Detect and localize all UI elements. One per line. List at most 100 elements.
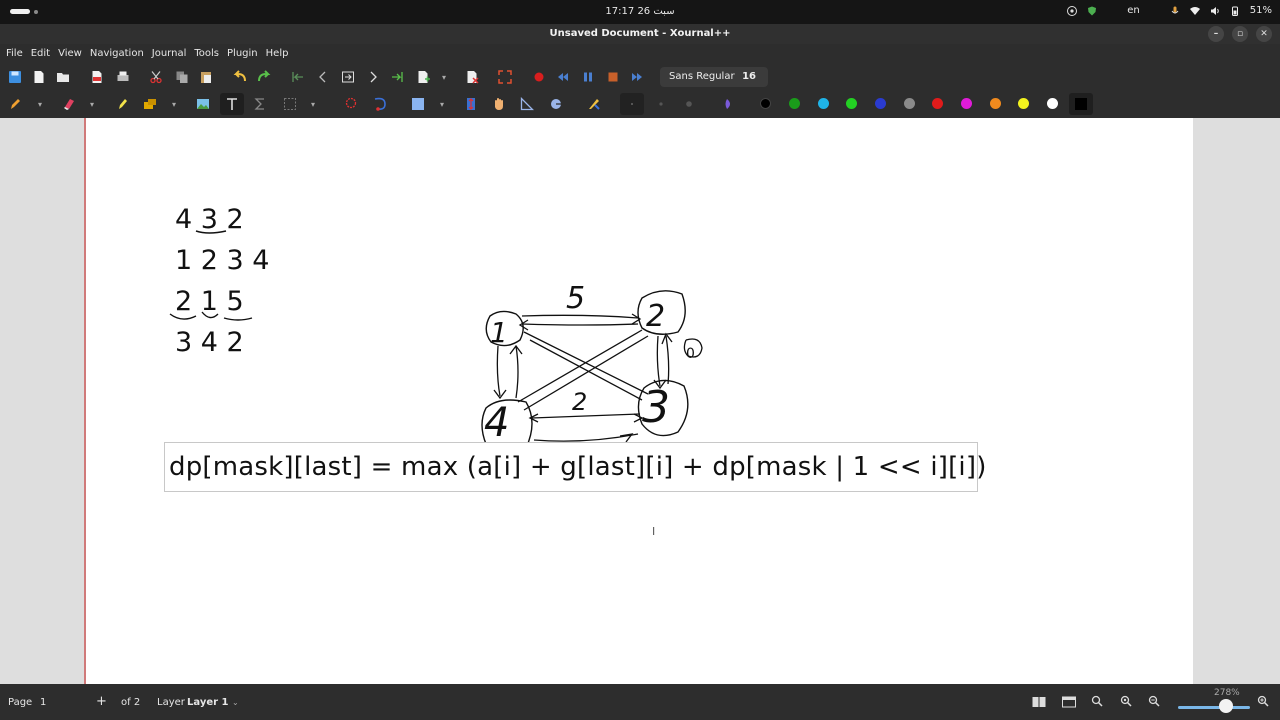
color-gray[interactable] [904, 98, 915, 109]
zoom-out-icon[interactable] [1148, 695, 1160, 707]
eraser-options-dropdown[interactable]: ▾ [90, 100, 94, 109]
window-titlebar: Unsaved Document - Xournal++ – ▫ ✕ [0, 24, 1280, 44]
lasso-select-icon[interactable] [344, 97, 358, 111]
new-document-icon[interactable] [32, 70, 46, 84]
hand-tool-icon[interactable] [492, 97, 506, 111]
color-green[interactable] [789, 98, 800, 109]
vertical-space-icon[interactable] [411, 97, 425, 111]
paste-icon[interactable] [199, 70, 213, 84]
maximize-button[interactable]: ▫ [1232, 26, 1248, 42]
vertical-space-dropdown[interactable]: ▾ [440, 100, 444, 109]
add-page-dropdown[interactable]: ▾ [442, 73, 446, 82]
zoom-fit-icon[interactable] [1091, 695, 1103, 707]
undo-icon[interactable] [233, 70, 247, 84]
menu-view[interactable]: View [58, 44, 88, 64]
graph-node-2-label: 2 [646, 299, 665, 334]
next-page-icon[interactable] [366, 70, 380, 84]
highlighter-icon[interactable] [115, 97, 129, 111]
page-number-input[interactable]: 1 [40, 697, 46, 708]
pen-options-dropdown[interactable]: ▾ [38, 100, 42, 109]
print-icon[interactable] [116, 70, 130, 84]
thin-size-icon [631, 103, 633, 105]
menu-journal[interactable]: Journal [152, 44, 193, 64]
layer-selector[interactable]: Layer 1 [187, 697, 228, 708]
setsquare-icon[interactable] [520, 97, 534, 111]
font-selector[interactable]: Sans Regular 16 [660, 67, 768, 87]
minimize-button[interactable]: – [1208, 26, 1224, 42]
delete-page-icon[interactable] [465, 70, 479, 84]
last-page-icon[interactable] [390, 70, 404, 84]
previous-page-icon[interactable] [316, 70, 330, 84]
text-tool-icon[interactable] [225, 97, 239, 111]
math-tex-icon[interactable] [253, 97, 267, 111]
chrome-icon[interactable] [1067, 5, 1078, 16]
wifi-icon[interactable] [1189, 6, 1200, 16]
record-icon[interactable] [532, 70, 546, 84]
open-folder-icon[interactable] [56, 70, 70, 84]
export-pdf-icon[interactable] [90, 70, 104, 84]
canvas-area[interactable]: 4 3 2 1 2 3 4 2 1 5 3 4 2 1 2 3 4 5 0 2 … [0, 118, 1280, 684]
eraser-icon[interactable] [62, 97, 76, 111]
page-increment-button[interactable]: + [96, 694, 107, 709]
copy-icon[interactable] [175, 70, 189, 84]
zoom-100-icon[interactable] [1120, 695, 1132, 707]
color-red[interactable] [932, 98, 943, 109]
microphone-icon[interactable] [1170, 6, 1180, 16]
color-black[interactable] [760, 98, 771, 109]
goto-page-icon[interactable] [341, 70, 355, 84]
first-page-icon[interactable] [291, 70, 305, 84]
add-page-icon[interactable] [416, 70, 430, 84]
layer-dropdown[interactable]: ⌄ [232, 698, 239, 707]
menu-help[interactable]: Help [266, 44, 295, 64]
presentation-mode-icon[interactable] [1062, 696, 1076, 708]
stop-icon[interactable] [606, 70, 620, 84]
menu-file[interactable]: File [6, 44, 29, 64]
fullscreen-icon[interactable] [498, 70, 512, 84]
menu-tools[interactable]: Tools [194, 44, 225, 64]
seek-back-icon[interactable] [556, 70, 570, 84]
close-button[interactable]: ✕ [1256, 26, 1272, 42]
two-pages-icon[interactable] [1032, 696, 1046, 708]
compass-icon[interactable] [549, 97, 563, 111]
color-yellow[interactable] [1018, 98, 1029, 109]
floating-toolbox-icon[interactable] [587, 97, 601, 111]
current-color-button[interactable] [1069, 93, 1093, 115]
document-page[interactable]: 4 3 2 1 2 3 4 2 1 5 3 4 2 1 2 3 4 5 0 2 … [84, 118, 1193, 684]
text-box[interactable]: dp[mask][last] = max (a[i] + g[last][i] … [164, 442, 986, 492]
save-icon[interactable] [8, 70, 22, 84]
medium-size-icon[interactable] [654, 97, 668, 111]
redo-icon[interactable] [257, 70, 271, 84]
thick-size-icon[interactable] [682, 97, 696, 111]
color-white[interactable] [1047, 98, 1058, 109]
system-tray: en 51% [1067, 5, 1272, 16]
battery-icon[interactable] [1230, 6, 1240, 16]
insert-space-icon[interactable] [464, 97, 478, 111]
menu-plugin[interactable]: Plugin [227, 44, 264, 64]
color-orange[interactable] [990, 98, 1001, 109]
fill-color-icon[interactable] [720, 97, 734, 111]
status-bar: Page 1 + of 2 Layer Layer 1 ⌄ 278% [0, 684, 1280, 720]
language-indicator[interactable]: en [1127, 5, 1140, 16]
seek-forward-icon[interactable] [630, 70, 644, 84]
select-object-icon[interactable] [373, 97, 387, 111]
menu-edit[interactable]: Edit [31, 44, 56, 64]
zoom-slider-handle[interactable] [1219, 699, 1233, 713]
zoom-slider-track[interactable] [1178, 706, 1250, 709]
dp-formula-text[interactable]: dp[mask][last] = max (a[i] + g[last][i] … [169, 452, 987, 482]
color-blue[interactable] [875, 98, 886, 109]
shield-icon[interactable] [1087, 6, 1097, 16]
color-magenta[interactable] [961, 98, 972, 109]
pen-icon[interactable] [8, 97, 22, 111]
menu-navigation[interactable]: Navigation [90, 44, 150, 64]
pause-icon[interactable] [581, 70, 595, 84]
color-light-green[interactable] [846, 98, 857, 109]
image-icon[interactable] [196, 97, 210, 111]
shapes-dropdown[interactable]: ▾ [172, 100, 176, 109]
color-light-blue[interactable] [818, 98, 829, 109]
shapes-icon[interactable] [143, 97, 157, 111]
zoom-in-icon[interactable] [1257, 695, 1269, 707]
select-rect-icon[interactable] [283, 97, 297, 111]
volume-icon[interactable] [1210, 6, 1220, 16]
select-dropdown[interactable]: ▾ [311, 100, 315, 109]
cut-icon[interactable] [149, 70, 163, 84]
